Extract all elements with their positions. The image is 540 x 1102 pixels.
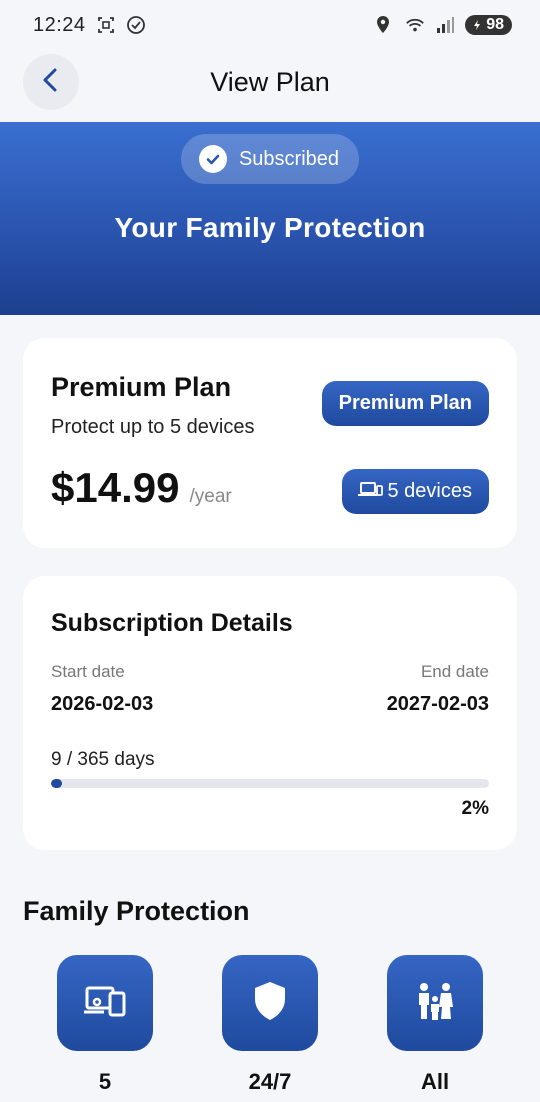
progress-fill (51, 779, 62, 788)
subscription-title: Subscription Details (51, 609, 293, 637)
check-circle-icon (126, 15, 146, 35)
wifi-icon (405, 15, 425, 35)
end-date-value: 2027-02-03 (386, 693, 489, 715)
subscription-details-card: Subscription Details Start date End date… (23, 576, 517, 850)
plan-price: $14.99 (51, 464, 180, 511)
feature-coverage: All (387, 955, 483, 1095)
devices-label: 5 devices (387, 480, 473, 502)
progress-bar (51, 779, 489, 788)
status-time: 12:24 (33, 13, 86, 36)
page-title: View Plan (210, 66, 330, 97)
feature-value-protection: 24/7 (248, 1069, 292, 1094)
start-date-value: 2026-02-03 (51, 693, 154, 715)
start-date-label: Start date (51, 662, 125, 681)
shield-icon (252, 980, 288, 1027)
progress-percent: 2% (461, 798, 489, 819)
feature-tile-coverage (387, 955, 483, 1051)
laptop-icon (357, 479, 383, 505)
chevron-left-icon (40, 67, 62, 98)
devices-icon (83, 983, 127, 1024)
price-row: $14.99 /year (51, 464, 232, 512)
location-icon (375, 15, 395, 35)
status-right: 98 (375, 15, 512, 35)
hero-banner: Subscribed Your Family Protection (0, 122, 540, 315)
family-icon (413, 981, 457, 1026)
feature-tile-protection (222, 955, 318, 1051)
status-bar: 12:24 98 (0, 0, 540, 50)
check-icon (198, 145, 227, 173)
end-date-label: End date (420, 662, 489, 681)
header: View Plan (0, 50, 540, 122)
feature-devices: 5 (57, 955, 153, 1095)
price-period: /year (189, 486, 232, 507)
feature-value-devices: 5 (98, 1069, 112, 1094)
feature-value-coverage: All (420, 1069, 450, 1094)
plan-description: Protect up to 5 devices (51, 416, 255, 438)
hero-title: Your Family Protection (114, 212, 426, 243)
family-protection-title: Family Protection (23, 896, 250, 926)
days-progress-text: 9 / 365 days (51, 749, 155, 770)
plan-card: Premium Plan Protect up to 5 devices Pre… (23, 338, 517, 548)
plan-name: Premium Plan (51, 372, 232, 402)
feature-tile-devices (57, 955, 153, 1051)
subscribed-label: Subscribed (238, 147, 340, 170)
battery-icon: 98 (465, 15, 512, 35)
screenshot-icon (96, 15, 116, 35)
plan-badge: Premium Plan (321, 381, 489, 426)
back-button[interactable] (23, 54, 79, 110)
signal-icon (435, 15, 455, 35)
battery-level: 98 (486, 16, 504, 33)
feature-protection: 24/7 (222, 955, 318, 1095)
status-left: 12:24 (33, 14, 146, 37)
subscribed-badge: Subscribed (180, 134, 360, 184)
devices-badge: 5 devices (341, 469, 489, 514)
